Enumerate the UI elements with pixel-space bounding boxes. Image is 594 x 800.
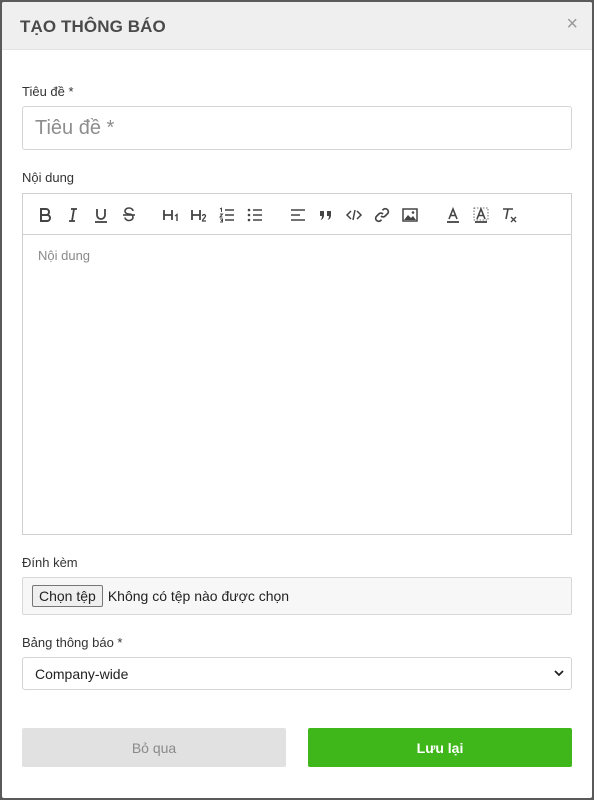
clear-format-icon[interactable] (499, 205, 519, 225)
attachment-label: Đính kèm (22, 555, 78, 570)
rich-text-editor: Nội dung (22, 193, 572, 535)
heading1-icon[interactable] (161, 205, 181, 225)
align-icon[interactable] (288, 205, 308, 225)
board-label: Bảng thông báo * (22, 635, 123, 650)
save-button[interactable]: Lưu lại (308, 728, 572, 767)
bold-icon[interactable] (35, 205, 55, 225)
blockquote-icon[interactable] (316, 205, 336, 225)
background-color-icon[interactable] (471, 205, 491, 225)
choose-file-button[interactable]: Chọn tệp (32, 585, 103, 607)
modal-title: TẠO THÔNG BÁO (20, 17, 166, 36)
file-input: Chọn tệp Không có tệp nào được chọn (22, 577, 572, 615)
chevron-down-icon (554, 670, 564, 677)
text-color-icon[interactable] (443, 205, 463, 225)
ordered-list-icon[interactable] (217, 205, 237, 225)
board-select-value: Company-wide (35, 665, 129, 682)
strikethrough-icon[interactable] (119, 205, 139, 225)
board-select[interactable]: Company-wide (22, 657, 572, 690)
editor-toolbar (23, 194, 571, 235)
create-notification-modal: TẠO THÔNG BÁO × Tiêu đề * Nội dung (2, 2, 592, 798)
link-icon[interactable] (372, 205, 392, 225)
italic-icon[interactable] (63, 205, 83, 225)
file-status: Không có tệp nào được chọn (107, 588, 290, 604)
title-label: Tiêu đề * (22, 84, 74, 99)
cancel-button[interactable]: Bỏ qua (22, 728, 286, 767)
underline-icon[interactable] (91, 205, 111, 225)
heading2-icon[interactable] (189, 205, 209, 225)
image-icon[interactable] (400, 205, 420, 225)
content-label: Nội dung (22, 170, 75, 185)
content-editor-area[interactable]: Nội dung (23, 235, 571, 276)
close-icon[interactable]: × (566, 14, 578, 34)
code-icon[interactable] (344, 205, 364, 225)
modal-header: TẠO THÔNG BÁO × (2, 2, 592, 50)
bullet-list-icon[interactable] (245, 205, 265, 225)
title-input[interactable] (22, 106, 572, 150)
